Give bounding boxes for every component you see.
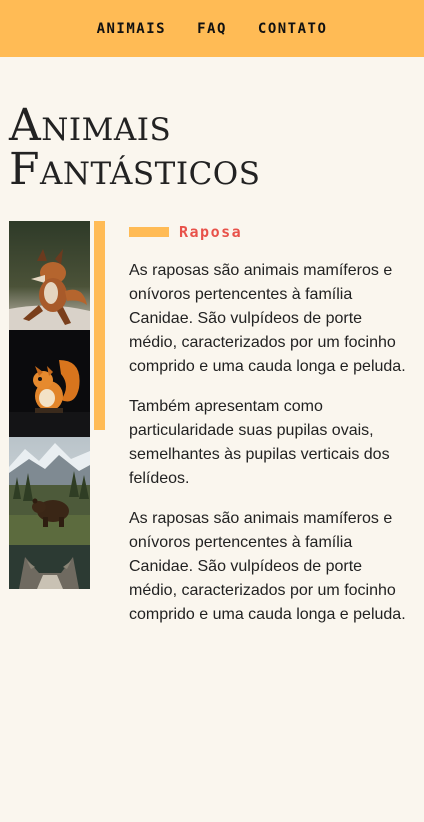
- nav-link-faq[interactable]: FAQ: [197, 21, 227, 37]
- top-nav: ANIMAIS FAQ CONTATO: [0, 0, 424, 57]
- nav-link-contato[interactable]: CONTATO: [258, 21, 328, 37]
- squirrel-photo[interactable]: [9, 330, 90, 437]
- subtitle-row: Raposa: [129, 221, 413, 243]
- article-paragraph: As raposas são animais mamíferos e onívo…: [129, 510, 406, 623]
- accent-bar: [94, 221, 105, 430]
- fox-photo[interactable]: [9, 221, 90, 330]
- animal-gallery: [9, 221, 90, 589]
- animal-subtitle: Raposa: [179, 223, 243, 241]
- wolf-photo[interactable]: [9, 545, 90, 589]
- page-title: Animais Fantásticos: [9, 100, 261, 195]
- article-paragraph: Também apresentam como particularidade s…: [129, 398, 390, 487]
- article-paragraph: As raposas são animais mamíferos e onívo…: [129, 262, 406, 375]
- bear-photo[interactable]: [9, 437, 90, 545]
- subtitle-decoration: [129, 227, 169, 237]
- nav-link-animais[interactable]: ANIMAIS: [97, 21, 167, 37]
- article-content: Raposa As raposas são animais mamíferos …: [129, 221, 413, 643]
